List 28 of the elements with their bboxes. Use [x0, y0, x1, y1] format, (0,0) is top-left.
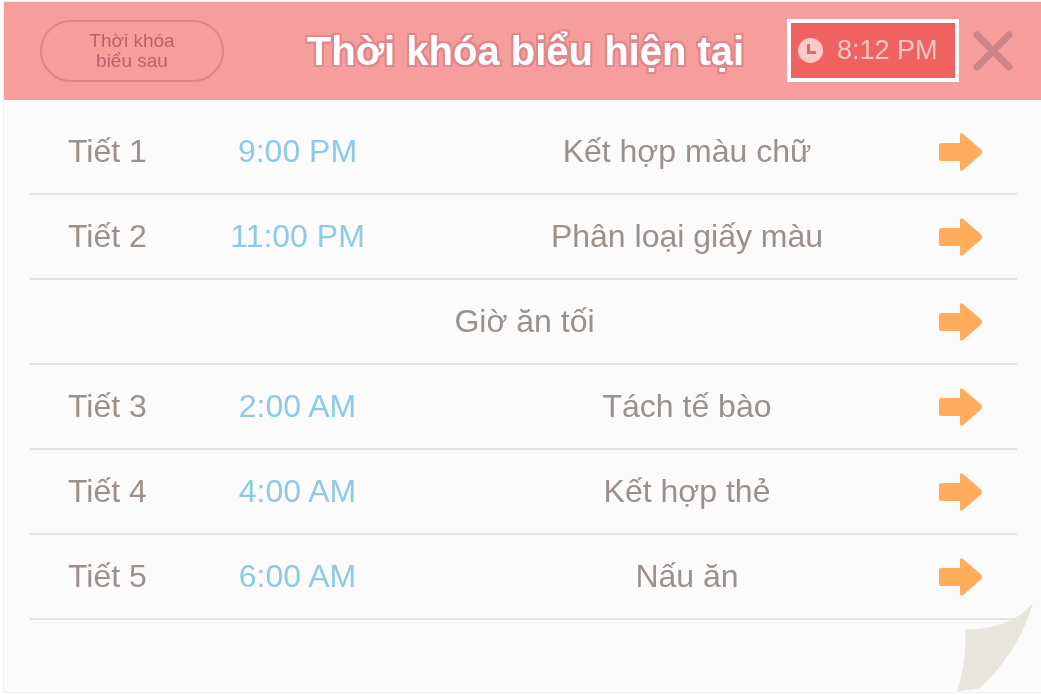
activity-label: Tách tế bào	[602, 388, 772, 425]
arrow-right-icon[interactable]	[939, 131, 983, 172]
activity-label: Kết hợp màu chữ	[562, 133, 812, 170]
time-label: 6:00 AM	[238, 558, 357, 595]
arrow-right-icon[interactable]	[939, 386, 983, 427]
period-label: Tiết 1	[68, 133, 147, 170]
period-label: Tiết 2	[68, 218, 147, 255]
activity-label: Kết hợp thẻ	[603, 473, 771, 510]
time-label: 11:00 PM	[230, 218, 365, 255]
close-icon	[973, 31, 1013, 71]
period-label: Tiết 5	[68, 558, 147, 595]
time-label: 2:00 AM	[238, 388, 357, 425]
period-label: Tiết 3	[68, 388, 147, 425]
arrow-right-icon[interactable]	[939, 556, 983, 597]
period-label: Tiết 4	[68, 473, 147, 510]
clock-icon	[798, 38, 823, 63]
window-title: Thời khóa biểu hiện tại	[306, 28, 745, 74]
next-schedule-button[interactable]: Thời khóa biểu sau	[40, 20, 224, 82]
close-button[interactable]	[973, 31, 1013, 71]
clock-time: 8:12 PM	[837, 35, 938, 66]
break-label: Giờ ăn tối	[454, 303, 595, 340]
time-label: 4:00 AM	[238, 473, 357, 510]
activity-label: Nấu ăn	[635, 558, 739, 595]
time-label: 9:00 PM	[237, 133, 358, 170]
arrow-right-icon[interactable]	[939, 216, 983, 257]
arrow-right-icon[interactable]	[939, 301, 983, 342]
arrow-right-icon[interactable]	[939, 471, 983, 512]
activity-label: Phân loại giấy màu	[550, 218, 824, 255]
